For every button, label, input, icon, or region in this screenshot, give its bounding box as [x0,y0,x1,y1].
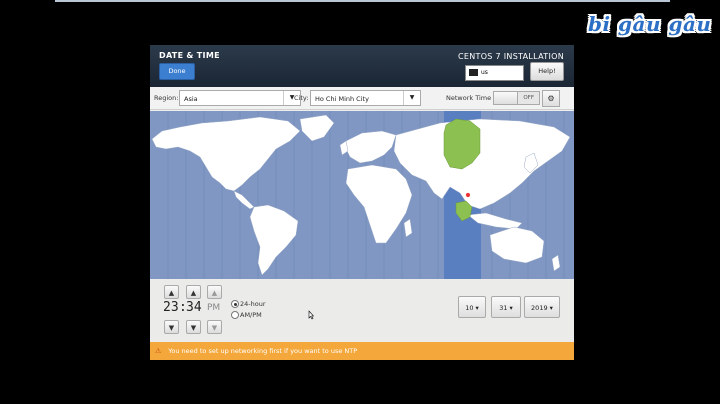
product-title: CENTOS 7 INSTALLATION [458,52,564,61]
chevron-down-icon: ▼ [190,324,197,332]
switch-knob [494,92,518,104]
help-button[interactable]: Help! [530,62,564,81]
year-dropdown[interactable]: 2019 ▾ [524,296,560,318]
minute-up-button[interactable]: ▲ [186,285,201,299]
done-button[interactable]: Done [159,63,195,80]
chevron-down-icon: ▼ [168,324,175,332]
gear-icon: ⚙ [547,94,555,103]
chevron-down-icon: ▼ [211,324,218,332]
ntp-config-button[interactable]: ⚙ [542,90,560,107]
north-america [151,116,301,192]
city-value: Ho Chi Minh City [315,95,369,103]
timezone-toolbar: Region: Asia ▼ City: Ho Chi Minh City ▼ … [150,87,574,110]
south-america [249,204,299,276]
region-value: Asia [184,95,198,103]
network-time-label: Network Time [446,94,492,102]
ntp-warning-bar: ⚠ You need to set up networking first if … [150,342,574,360]
format-ampm-label: AM/PM [240,311,262,319]
keyboard-layout-indicator[interactable]: us [465,65,524,81]
watermark-logo: bi gâu gâu [588,12,712,36]
europe [345,130,397,164]
chevron-up-icon: ▲ [190,289,197,297]
keyboard-layout-label: us [481,69,488,76]
world-map-svg [151,111,571,279]
ampm-up-button[interactable]: ▲ [207,285,222,299]
chevron-down-icon: ▾ [509,304,513,312]
region-combo[interactable]: Asia ▼ [179,90,301,106]
day-value: 31 [499,304,508,312]
format-ampm-radio[interactable] [231,311,239,319]
chevron-down-icon: ▾ [475,304,479,312]
madagascar [403,218,413,238]
mouse-pointer-icon [308,310,314,320]
format-24h-radio[interactable] [231,300,239,308]
year-value: 2019 [531,304,548,312]
region-label: Region: [154,94,179,102]
top-edge-bar [55,0,670,2]
hour-down-button[interactable]: ▼ [164,320,179,334]
chevron-down-icon: ▾ [549,304,553,312]
network-time-switch[interactable]: OFF [493,91,540,105]
continents [151,114,571,276]
minute-value: 34 [186,300,202,315]
timezone-map[interactable] [150,111,574,279]
header-bar: DATE & TIME Done CENTOS 7 INSTALLATION u… [150,45,574,87]
keyboard-icon [469,69,478,76]
australia [489,226,545,264]
month-value: 10 [465,304,474,312]
city-combo[interactable]: Ho Chi Minh City ▼ [310,90,421,106]
warning-icon: ⚠ [155,347,162,355]
page-title: DATE & TIME [159,51,220,60]
chevron-up-icon: ▲ [211,289,218,297]
minute-down-button[interactable]: ▼ [186,320,201,334]
chevron-up-icon: ▲ [168,289,175,297]
ampm-down-button[interactable]: ▼ [207,320,222,334]
hour-value: 23 [163,300,179,315]
new-zealand [551,254,561,272]
city-pin-marker [465,192,471,198]
switch-state: OFF [523,95,534,101]
greenland [299,114,335,142]
installer-window: DATE & TIME Done CENTOS 7 INSTALLATION u… [150,45,574,360]
asia [393,118,571,210]
warning-message: You need to set up networking first if y… [168,347,358,355]
hour-up-button[interactable]: ▲ [164,285,179,299]
day-dropdown[interactable]: 31 ▾ [491,296,521,318]
time-date-panel: ▲ ▲ ▲ 23 : 34 PM ▼ ▼ ▼ 24-hour AM/PM 10 … [150,279,574,342]
chevron-down-icon: ▼ [403,91,420,105]
city-label: City: [294,94,309,102]
ampm-value: PM [207,303,221,313]
month-dropdown[interactable]: 10 ▾ [458,296,486,318]
format-24h-label: 24-hour [240,300,266,308]
central-america [233,190,255,210]
